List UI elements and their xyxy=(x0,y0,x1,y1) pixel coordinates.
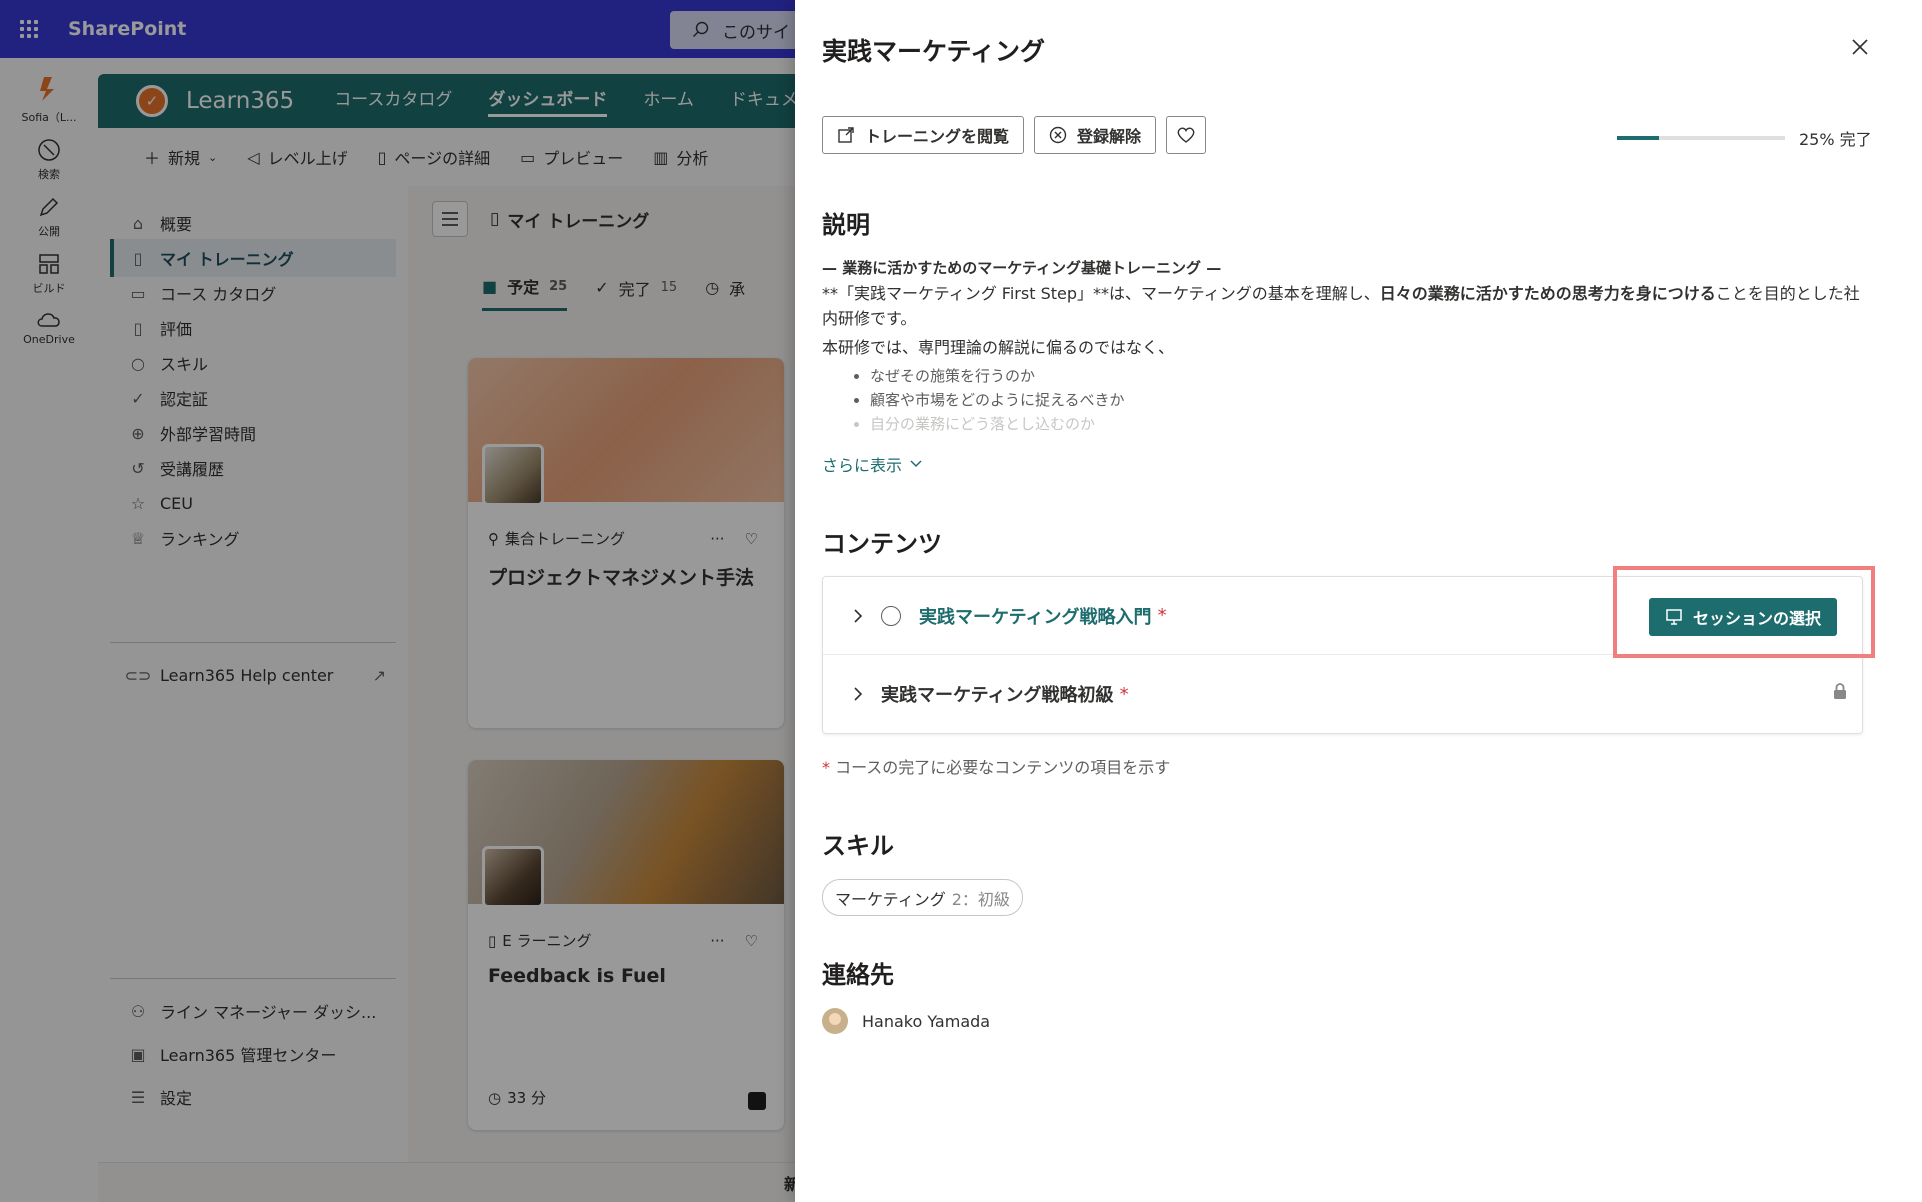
description-bullets: なぜその施策を行うのか 顧客や市場をどのように捉えるべきか 自分の業務にどう落と… xyxy=(870,364,1872,436)
description-subtitle: — 業務に活かすためのマーケティング基礎トレーニング — xyxy=(822,259,1222,277)
contents-heading: コンテンツ xyxy=(822,530,942,558)
progress: 25% 完了 xyxy=(1617,126,1872,150)
desc-emphasis: 日々の業務に活かすための思考力を身につける xyxy=(1379,284,1716,303)
cancel-circle-icon xyxy=(1049,126,1067,144)
modal-overlay[interactable] xyxy=(0,0,795,1202)
course-detail-panel: 実践マーケティング トレーニングを閲覧 登録解除 25% 完了 説明 — 業務に… xyxy=(795,0,1922,1202)
lock-icon xyxy=(1834,683,1846,699)
panel-title: 実践マーケティング xyxy=(822,37,1046,66)
chevron-right-icon[interactable] xyxy=(849,608,867,624)
chevron-right-icon[interactable] xyxy=(849,686,867,702)
status-circle-icon xyxy=(881,605,901,626)
bullet-item: なぜその施策を行うのか xyxy=(870,364,1872,388)
highlight-box xyxy=(1613,566,1875,658)
panel-actions: トレーニングを閲覧 登録解除 xyxy=(822,116,1207,154)
show-more-link[interactable]: さらに表示 xyxy=(822,452,922,476)
heart-icon xyxy=(1177,127,1195,143)
required-note-text: コースの完了に必要なコンテンツの項目を示す xyxy=(835,758,1171,777)
desc-text: **「実践マーケティング First Step」**は、マーケティングの基本を理… xyxy=(822,284,1380,303)
progress-text: 25% 完了 xyxy=(1799,130,1872,149)
content-item[interactable]: 実践マーケティング戦略初級 * xyxy=(823,655,1862,733)
description-paragraph: **「実践マーケティング First Step」**は、マーケティングの基本を理… xyxy=(822,281,1872,331)
unregister-button[interactable]: 登録解除 xyxy=(1034,116,1157,154)
required-note: * コースの完了に必要なコンテンツの項目を示す xyxy=(822,754,1170,778)
description-heading: 説明 xyxy=(822,211,870,239)
chevron-down-icon xyxy=(910,460,922,468)
required-marker: * xyxy=(1157,605,1167,626)
browse-training-button[interactable]: トレーニングを閲覧 xyxy=(822,116,1025,154)
contact-name: Hanako Yamada xyxy=(862,1011,991,1031)
description-paragraph: 本研修では、専門理論の解説に偏るのではなく、 xyxy=(822,338,1175,357)
bullet-item: 顧客や市場をどのように捉えるべきか xyxy=(870,388,1872,412)
favorite-button[interactable] xyxy=(1166,116,1207,154)
progress-bar xyxy=(1617,136,1785,140)
required-marker: * xyxy=(822,758,830,777)
browse-training-label: トレーニングを閲覧 xyxy=(865,127,1010,146)
progress-fill xyxy=(1617,136,1659,140)
close-button[interactable] xyxy=(1845,32,1875,62)
show-more-label: さらに表示 xyxy=(822,456,903,475)
skill-chip: マーケティング 2：初級 xyxy=(822,879,1023,916)
skill-level: 2：初級 xyxy=(951,889,1010,909)
contact-heading: 連絡先 xyxy=(822,961,894,989)
bullet-item: 自分の業務にどう落とし込むのか xyxy=(870,412,1872,436)
skills-heading: スキル xyxy=(822,832,894,860)
open-external-icon xyxy=(838,127,854,143)
contact-person: Hanako Yamada xyxy=(822,1008,990,1034)
unregister-label: 登録解除 xyxy=(1077,127,1142,146)
required-marker: * xyxy=(1119,683,1129,705)
avatar xyxy=(822,1008,848,1034)
close-icon xyxy=(1852,39,1868,55)
skill-name: マーケティング xyxy=(835,889,946,909)
content-title-link[interactable]: 実践マーケティング戦略入門 xyxy=(919,603,1152,629)
description-body: — 業務に活かすためのマーケティング基礎トレーニング — **「実践マーケティン… xyxy=(822,256,1872,436)
content-title: 実践マーケティング戦略初級 xyxy=(881,685,1114,706)
